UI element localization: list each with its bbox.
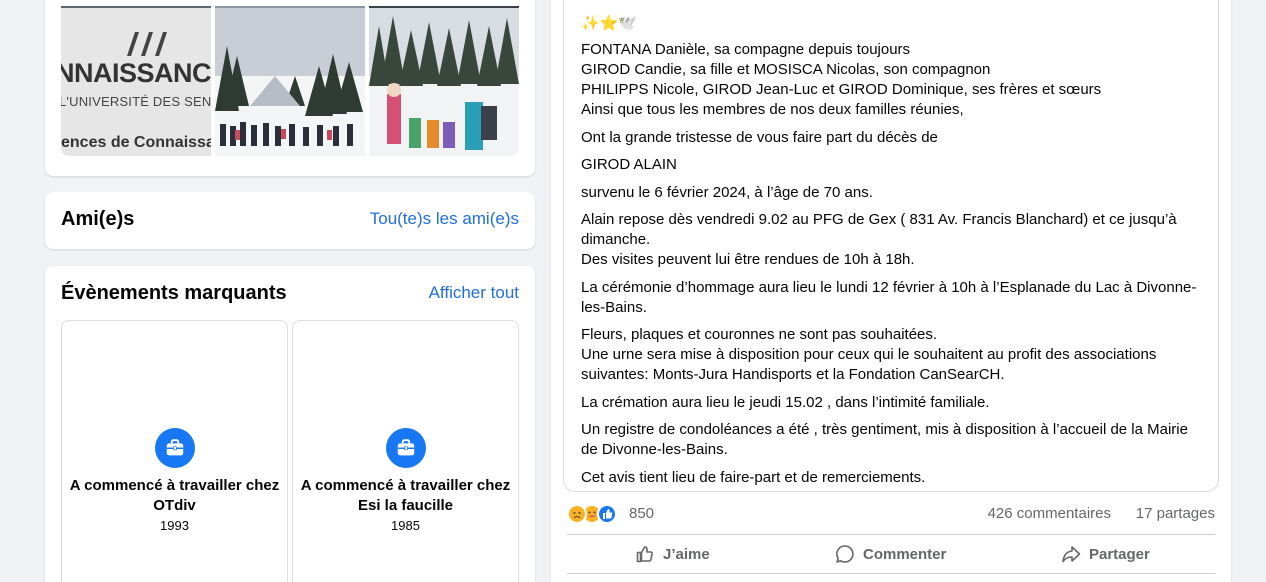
- photo-thumbnail-3[interactable]: [369, 6, 519, 156]
- like-reaction-icon: [597, 504, 617, 524]
- photo-thumbnail-2[interactable]: [215, 6, 365, 156]
- comment-button-label: Commenter: [863, 545, 947, 563]
- photos-card: NNAISSANCE L'UNIVERSITÉ DES SENIORS ence…: [45, 0, 535, 176]
- photo-bottom-text: ences de Connaissa: [61, 134, 211, 151]
- friends-card: Ami(e)s Tou(te)s les ami(e)s: [45, 192, 535, 249]
- show-all-events-link[interactable]: Afficher tout: [429, 283, 519, 303]
- share-button[interactable]: Partager: [1061, 535, 1150, 573]
- post-paragraph: Alain repose dès vendredi 9.02 au PFG de…: [581, 211, 1177, 268]
- reaction-icons[interactable]: [567, 504, 627, 524]
- post-paragraph: La cérémonie d’hommage aura lieu le lund…: [581, 278, 1197, 316]
- snow-landscape-image: [215, 6, 365, 156]
- photo-logo-text: NNAISSANCE: [61, 58, 211, 88]
- photo-thumbnail-1[interactable]: NNAISSANCE L'UNIVERSITÉ DES SENIORS ence…: [61, 6, 211, 156]
- post-paragraph: Fleurs, plaques et couronnes ne sont pas…: [581, 326, 1157, 383]
- photo-subtitle-text: L'UNIVERSITÉ DES SENIORS: [61, 94, 211, 109]
- post-paragraph: La crémation aura lieu le jeudi 15.02 , …: [581, 393, 990, 411]
- briefcase-icon: [155, 428, 195, 468]
- shares-count[interactable]: 17 partages: [1136, 505, 1215, 522]
- post-card: ✨⭐🕊️ FONTANA Danièle, sa compagne depuis…: [551, 0, 1231, 582]
- reaction-count[interactable]: 850: [629, 505, 654, 522]
- photo-strip: [61, 6, 211, 8]
- post-text: ✨⭐🕊️ FONTANA Danièle, sa compagne depuis…: [581, 4, 1201, 495]
- sad-reaction-icon: [567, 504, 587, 524]
- post-paragraph: Cet avis tient lieu de faire-part et de …: [581, 468, 926, 486]
- post-paragraph: survenu le 6 février 2024, à l’âge de 70…: [581, 183, 873, 201]
- post-body: ✨⭐🕊️ FONTANA Danièle, sa compagne depuis…: [563, 0, 1219, 492]
- life-event-tile[interactable]: A commencé à travailler chez OTdiv 1993: [61, 320, 288, 582]
- life-event-year: 1993: [160, 518, 189, 533]
- comments-count[interactable]: 426 commentaires: [988, 505, 1111, 522]
- comment-icon: [836, 545, 854, 563]
- comment-button[interactable]: Commenter: [835, 535, 946, 573]
- photo-strip: [215, 6, 365, 8]
- post-actions: J’aime Commenter Partager: [567, 534, 1215, 574]
- life-event-title: A commencé à travailler chez Esi la fauc…: [300, 477, 511, 514]
- post-emoji-line: ✨⭐🕊️: [581, 15, 638, 32]
- reactions-summary: 850 426 commentaires 17 partages: [567, 502, 1215, 526]
- life-event-tile[interactable]: A commencé à travailler chez Esi la fauc…: [292, 320, 519, 582]
- briefcase-icon: [386, 428, 426, 468]
- post-paragraph: Ont la grande tristesse de vous faire pa…: [581, 128, 938, 146]
- post-paragraph: GIROD ALAIN: [581, 156, 677, 173]
- post-paragraph: FONTANA Danièle, sa compagne depuis touj…: [581, 41, 1102, 118]
- friends-title: Ami(e)s: [61, 208, 135, 230]
- photo-strip: [369, 6, 519, 8]
- like-button-label: J’aime: [663, 545, 710, 563]
- like-button[interactable]: J’aime: [635, 535, 710, 573]
- life-events-title: Évènements marquants: [61, 282, 287, 304]
- share-button-label: Partager: [1089, 545, 1150, 563]
- life-event-year: 1985: [391, 518, 420, 533]
- snow-kids-image: [369, 6, 519, 156]
- all-friends-link[interactable]: Tou(te)s les ami(e)s: [370, 209, 519, 229]
- life-event-title: A commencé à travailler chez OTdiv: [69, 477, 280, 514]
- life-events-card: Évènements marquants Afficher tout A com…: [45, 266, 535, 582]
- share-icon: [1062, 546, 1081, 563]
- post-paragraph: Un registre de condoléances a été , très…: [581, 421, 1188, 458]
- thumbs-up-icon: [636, 546, 653, 563]
